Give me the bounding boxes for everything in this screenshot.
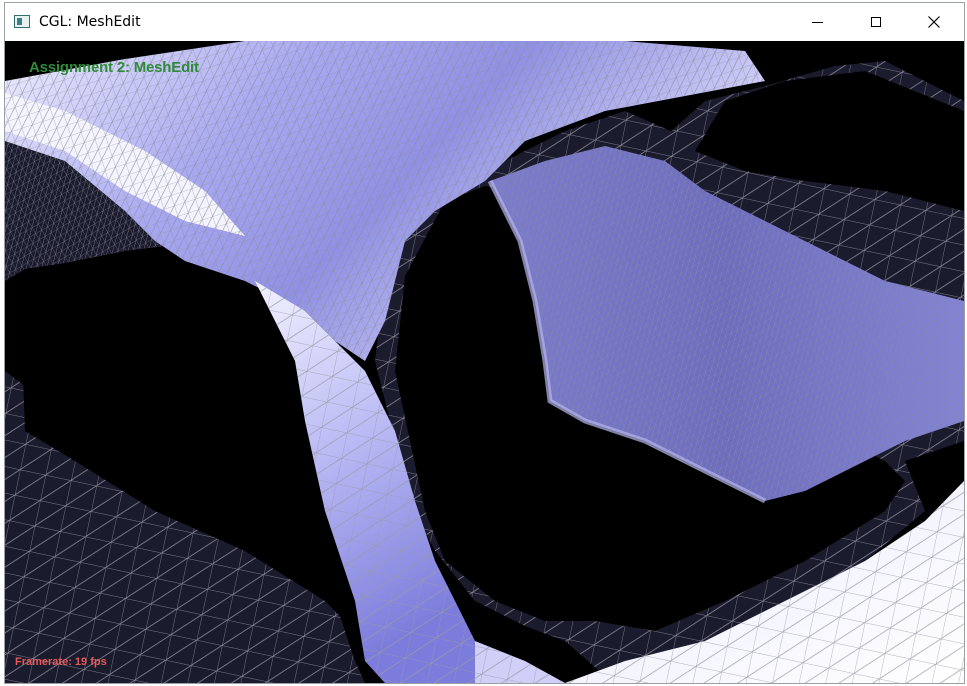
mesh-render [5, 41, 964, 683]
title-bar[interactable]: CGL: MeshEdit [5, 3, 964, 41]
meshedit-window: CGL: MeshEdit Assignment 2: MeshEdit Fra… [4, 2, 965, 684]
window-title: CGL: MeshEdit [39, 14, 141, 30]
assignment-title: Assignment 2: MeshEdit [29, 59, 199, 76]
app-icon [14, 15, 30, 28]
maximize-icon [871, 17, 881, 27]
close-icon [928, 16, 940, 28]
maximize-button[interactable] [853, 3, 899, 41]
close-button[interactable] [911, 3, 957, 41]
minimize-button[interactable] [794, 3, 840, 41]
framerate-label: Framerate: 19 fps [15, 656, 107, 668]
minimize-icon [811, 21, 823, 23]
mesh-viewport[interactable]: Assignment 2: MeshEdit Framerate: 19 fps [5, 41, 964, 683]
